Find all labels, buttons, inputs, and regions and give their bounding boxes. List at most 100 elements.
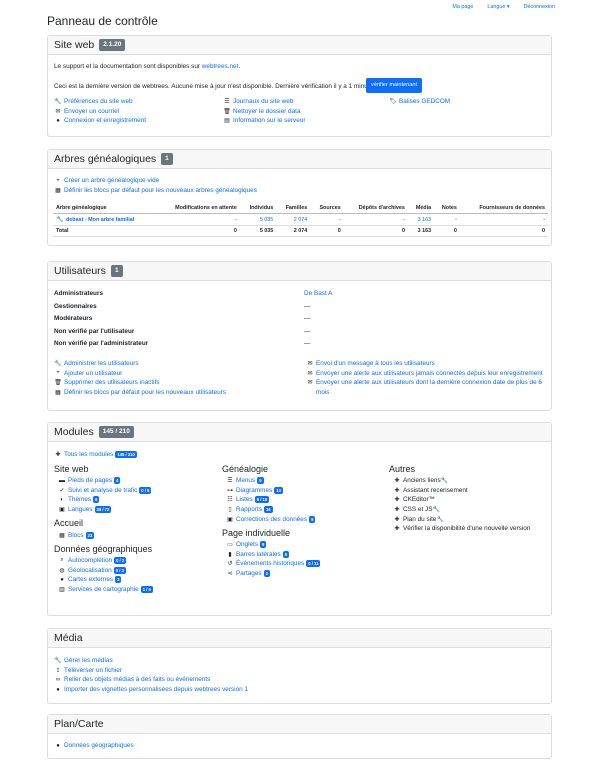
link-label[interactable]: Gérer les médias <box>64 657 113 664</box>
module-sidebars[interactable]: ▮ Barres latérales 5 <box>222 550 382 560</box>
module-themes[interactable]: ◐ Thèmes 6 <box>54 495 214 505</box>
link-label[interactable]: Administrer les utilisateurs <box>64 360 139 367</box>
upload-file-link[interactable]: ⇪ Téléverser un fichier <box>54 666 248 676</box>
link-label[interactable]: Barres latérales <box>236 551 281 558</box>
import-thumbnails-link[interactable]: ● Importer des vignettes personnalisées d… <box>54 685 248 695</box>
check-now-button[interactable]: vérifier maintenant <box>366 78 423 93</box>
site-link-label[interactable]: Nettoyer le dossier data <box>233 108 301 115</box>
module-lists[interactable]: ☷ Listes 9 / 10 <box>222 495 382 505</box>
link-label[interactable]: Importer des vignettes personnalisées de… <box>64 686 248 693</box>
module-reports[interactable]: ▯ Rapports 16 <box>222 505 382 515</box>
count-badge: 6 <box>93 496 100 504</box>
module-menus[interactable]: ☰ Menus 9 <box>222 476 382 486</box>
tree-default-blocks-link[interactable]: ▦ Définir les blocs par défaut pour les n… <box>54 186 257 196</box>
link-label[interactable]: Partages <box>236 570 262 577</box>
module-geolocation[interactable]: ◍ Géolocalisation 0 / 3 <box>54 566 214 576</box>
tree-name-link[interactable]: debast - Mon arbre familial <box>66 217 134 223</box>
alert-old-login-link[interactable]: ✉ Envoyer une alerte aux utilisateurs don… <box>306 378 543 388</box>
link-label[interactable]: Services de cartographie <box>68 586 139 593</box>
link-label[interactable]: Relier des objets médias à des faits ou … <box>64 676 210 683</box>
link-label[interactable]: Géolocalisation <box>68 567 112 574</box>
tree-name-cell[interactable]: 🔧 debast - Mon arbre familial <box>53 213 157 226</box>
link-label[interactable]: Langues <box>68 506 93 513</box>
link-media-link[interactable]: ∞ Relier des objets médias à des faits ou… <box>54 675 248 685</box>
link-label[interactable]: mois <box>316 389 330 396</box>
site-link-label[interactable]: Balises GEDCOM <box>399 98 450 105</box>
link-label[interactable]: Envoyer une alerte aux utilisateurs jama… <box>316 370 543 377</box>
link-label[interactable]: Tous les modules <box>64 451 113 458</box>
link-label[interactable]: Diagrammes <box>236 487 272 494</box>
site-link-label[interactable]: Préférences du site web <box>64 98 133 105</box>
cell-individuals[interactable]: 5 035 <box>239 213 277 226</box>
module-shares[interactable]: ⋖ Partages 2 <box>222 569 382 579</box>
create-tree-link[interactable]: + Créer un arbre généalogique vide <box>54 176 257 186</box>
module-history[interactable]: ↺ Événements historiques 0 / 11 <box>222 559 382 569</box>
module-languages[interactable]: ▣ Langues 36 / 72 <box>54 505 214 515</box>
link-label[interactable]: Suivi et analyse de trafic <box>68 487 137 494</box>
link-label[interactable]: Cartes externes <box>68 576 113 583</box>
link-label[interactable]: Données géographiques <box>64 742 134 749</box>
action-label[interactable]: Créer un arbre généalogique vide <box>64 177 159 184</box>
geo-data-link[interactable]: ● Données géographiques <box>54 741 134 751</box>
nav-logout[interactable]: Déconnexion <box>524 4 555 10</box>
link-label[interactable]: Événements historiques <box>236 560 304 567</box>
module-autocomplete[interactable]: ⌕ Autocomplétion 0 / 2 <box>54 556 214 566</box>
alert-old-login-link-cont[interactable]: mois <box>306 388 543 398</box>
module-old-links[interactable]: ✚ Anciens liens 🔧 <box>389 476 549 486</box>
module-data-fixes[interactable]: ▣ Corrections des données 9 <box>222 514 382 524</box>
manage-media-link[interactable]: 🔧 Gérer les médias <box>54 656 248 666</box>
link-label[interactable]: Ajouter un utilisateur <box>64 370 122 377</box>
cell-families[interactable]: 2 074 <box>276 213 311 226</box>
site-link-gedcom[interactable]: 🏷 Balises GEDCOM <box>389 97 450 107</box>
link-label[interactable]: Corrections des données <box>236 516 307 523</box>
alert-never-logged-link[interactable]: ✉ Envoyer une alerte aux utilisateurs jam… <box>306 369 543 379</box>
admin-users-link[interactable]: 🔧 Administrer les utilisateurs <box>54 359 226 369</box>
cell-media[interactable]: 3 163 <box>407 213 435 226</box>
site-link-logs[interactable]: ☰ Journaux du site web <box>223 97 305 107</box>
module-blocks[interactable]: ▦ Blocs 23 <box>54 530 214 540</box>
site-link-email[interactable]: ✉ Envoyer un courriel <box>54 107 146 117</box>
link-label[interactable]: Onglets <box>236 541 258 548</box>
link-label[interactable]: Téléverser un fichier <box>64 667 122 674</box>
site-link-label[interactable]: Information sur le serveur <box>233 117 305 124</box>
delete-inactive-link[interactable]: 🗑 Supprimer des utilisateurs inactifs <box>54 378 226 388</box>
module-external-maps[interactable]: ● Cartes externes 3 <box>54 575 214 585</box>
wrench-icon[interactable]: 🔧 <box>441 477 449 484</box>
link-label[interactable]: Pieds de pages <box>68 477 112 484</box>
link-label[interactable]: Thèmes <box>68 496 91 503</box>
wrench-icon[interactable]: 🔧 <box>436 516 444 523</box>
site-link-clean[interactable]: 🗑 Nettoyer le dossier data <box>223 107 305 117</box>
module-footers[interactable]: ▬ Pieds de pages 4 <box>54 476 214 486</box>
link-label[interactable]: Supprimer des utilisateurs inactifs <box>64 379 160 386</box>
module-analytics[interactable]: ✓ Suivi et analyse de trafic 0 / 5 <box>54 486 214 496</box>
link-label[interactable]: Définir les blocs par défaut pour les no… <box>64 389 226 396</box>
link-label[interactable]: Envoyer une alerte aux utilisateurs dont… <box>316 379 542 386</box>
nav-language[interactable]: Langue ▾ <box>487 4 509 10</box>
all-modules-link[interactable]: ✚ Tous les modules 145 / 210 <box>54 450 137 460</box>
link-label[interactable]: Envoi d'un message à tous les utilisateu… <box>316 360 435 367</box>
add-user-link[interactable]: + Ajouter un utilisateur <box>54 369 226 379</box>
admin-user-link[interactable]: De Bast A <box>304 290 332 303</box>
module-map-services[interactable]: ▥ Services de cartographie 1 / 6 <box>54 585 214 595</box>
module-sitemap[interactable]: ✚ Plan du site 🔧 <box>389 514 549 524</box>
action-label[interactable]: Définir les blocs par défaut pour les no… <box>64 187 257 194</box>
site-link-label[interactable]: Journaux du site web <box>233 98 293 105</box>
link-label[interactable]: Listes <box>236 496 253 503</box>
module-charts[interactable]: ⊶ Diagrammes 13 <box>222 486 382 496</box>
site-link-server[interactable]: ▤ Information sur le serveur <box>223 116 305 126</box>
site-link-login[interactable]: ● Connexion et enregistrement <box>54 116 146 126</box>
link-label[interactable]: Blocs <box>68 532 84 539</box>
link-label[interactable]: Autocomplétion <box>68 557 112 564</box>
link-label[interactable]: Rapports <box>236 506 262 513</box>
module-css-js[interactable]: ✚ CSS et JS 🔧 <box>389 505 549 515</box>
message-all-link[interactable]: ✉ Envoi d'un message à tous les utilisate… <box>306 359 543 369</box>
nav-my-page[interactable]: Ma page <box>452 4 473 10</box>
webtrees-link[interactable]: webtrees.net <box>202 63 239 70</box>
wrench-icon[interactable]: 🔧 <box>432 506 440 513</box>
site-link-label[interactable]: Envoyer un courriel <box>64 108 119 115</box>
site-link-label[interactable]: Connexion et enregistrement <box>64 117 146 124</box>
user-default-blocks-link[interactable]: ▦ Définir les blocs par défaut pour les n… <box>54 388 226 398</box>
link-label[interactable]: Menus <box>236 477 255 484</box>
module-tabs[interactable]: ▭ Onglets 9 <box>222 540 382 550</box>
site-link-preferences[interactable]: 🔧 Préférences du site web <box>54 97 146 107</box>
